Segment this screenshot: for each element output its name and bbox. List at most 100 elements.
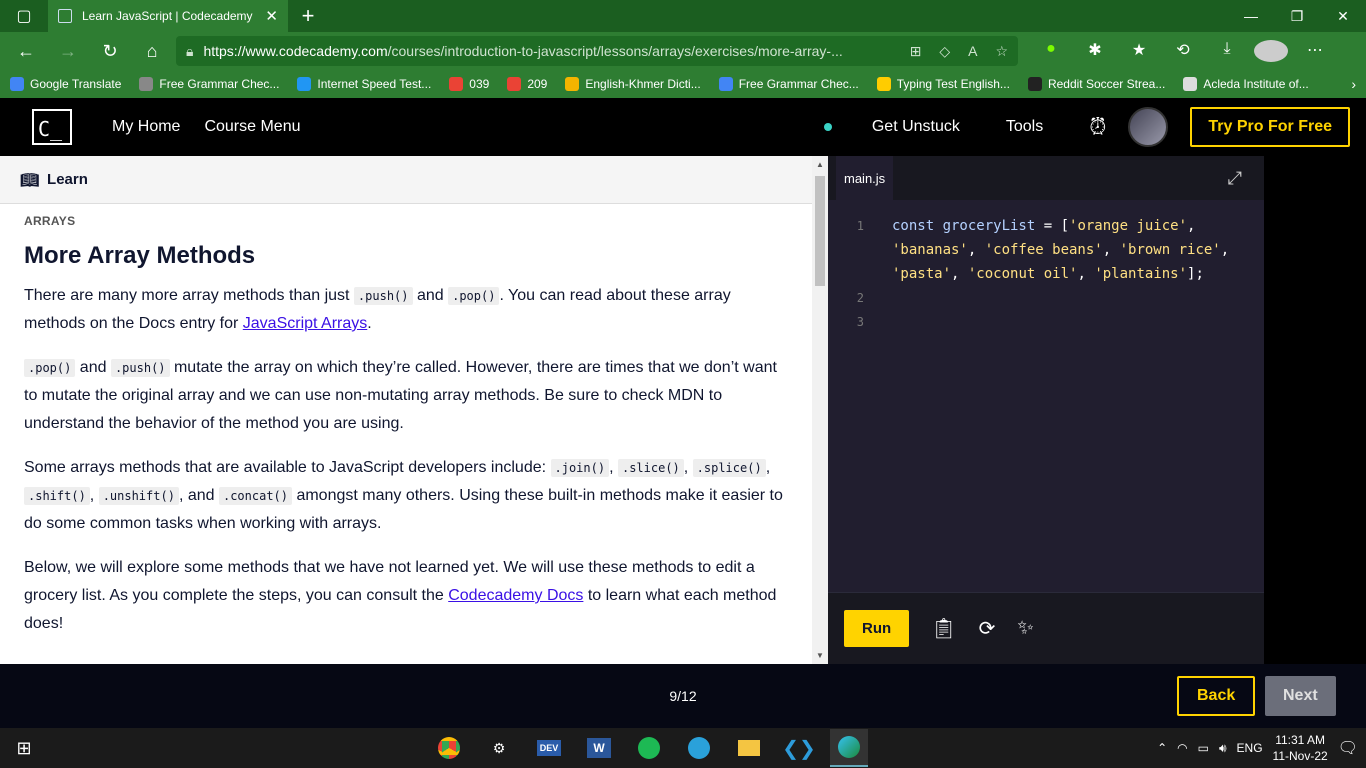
settings-gear-icon[interactable]: ⚙ bbox=[480, 729, 518, 767]
window-controls: — ❐ ✕ bbox=[1228, 8, 1366, 25]
file-tab[interactable]: main.js bbox=[836, 156, 894, 200]
course-menu-link[interactable]: Course Menu bbox=[204, 118, 300, 136]
tab-title: Learn JavaScript | Codecademy bbox=[82, 9, 253, 23]
gmail-icon bbox=[507, 77, 522, 91]
browser-tab[interactable]: Learn JavaScript | Codecademy ✕ bbox=[48, 0, 288, 32]
next-button[interactable]: Next bbox=[1265, 676, 1336, 716]
learn-scrollbar[interactable]: ▲ ▼ bbox=[812, 156, 828, 664]
dev-icon[interactable]: DEV bbox=[530, 729, 568, 767]
code-line: 'pasta', 'coconut oil', 'plantains']; bbox=[828, 262, 1264, 286]
line-number bbox=[828, 238, 892, 262]
tab-actions-icon[interactable]: ▢ bbox=[0, 6, 48, 26]
reset-icon[interactable]: ⟳ bbox=[979, 616, 996, 641]
close-tab-icon[interactable]: ✕ bbox=[265, 7, 278, 25]
avatar[interactable] bbox=[1128, 107, 1169, 147]
notifications-icon[interactable]: 🗨︎ bbox=[1338, 738, 1358, 758]
my-home-link[interactable]: My Home bbox=[112, 118, 180, 136]
file-explorer-icon[interactable] bbox=[730, 729, 768, 767]
javascript-arrays-link[interactable]: JavaScript Arrays bbox=[243, 315, 367, 332]
soccer-ball-icon bbox=[1027, 77, 1042, 91]
windows-start-icon[interactable]: ⊞ bbox=[0, 738, 48, 759]
extension-green-icon[interactable]: ● bbox=[1034, 40, 1068, 62]
expand-icon[interactable]: ⤢ bbox=[1228, 168, 1242, 189]
scroll-up-icon[interactable]: ▲ bbox=[816, 160, 824, 169]
tag-icon[interactable]: ◇ bbox=[939, 43, 950, 60]
profile-icon[interactable] bbox=[1254, 40, 1288, 62]
history-icon[interactable]: ⟲ bbox=[1166, 40, 1200, 62]
refresh-icon[interactable]: ↻ bbox=[92, 36, 128, 66]
back-arrow-icon[interactable]: ← bbox=[8, 36, 44, 66]
lesson-footer: 9/12 Back Next bbox=[0, 664, 1366, 728]
clock[interactable]: 11:31 AM 11-Nov-22 bbox=[1273, 732, 1328, 764]
chevron-up-icon[interactable]: ⌃ bbox=[1157, 741, 1167, 755]
text: There are many more array methods than j… bbox=[24, 287, 354, 304]
time: 11:31 AM bbox=[1275, 733, 1326, 747]
browser-tab-bar: ▢ Learn JavaScript | Codecademy ✕ + — ❐ … bbox=[0, 0, 1366, 32]
tools-button[interactable]: Tools bbox=[1006, 118, 1043, 136]
bookmark-item[interactable]: 209 bbox=[507, 77, 547, 91]
edge-icon[interactable] bbox=[830, 729, 868, 767]
bookmark-item[interactable]: 039 bbox=[449, 77, 489, 91]
telegram-icon[interactable] bbox=[680, 729, 718, 767]
home-icon[interactable]: ⌂ bbox=[134, 36, 170, 66]
output-panel bbox=[1264, 156, 1366, 664]
close-window-button[interactable]: ✕ bbox=[1320, 8, 1366, 25]
chevron-right-icon[interactable]: › bbox=[1351, 76, 1356, 92]
lesson-kicker: ARRAYS bbox=[24, 214, 76, 228]
system-tray: ⌃ ◠ ▭ 🔊︎ ENG 11:31 AM 11-Nov-22 🗨︎ bbox=[1157, 732, 1358, 764]
battery-icon[interactable]: ▭ bbox=[1198, 741, 1209, 755]
codecademy-docs-link[interactable]: Codecademy Docs bbox=[448, 587, 583, 604]
run-button[interactable]: Run bbox=[844, 610, 910, 647]
alarm-clock-icon[interactable]: ⏰︎ bbox=[1089, 114, 1106, 140]
new-tab-button[interactable]: + bbox=[288, 3, 328, 29]
chrome-icon[interactable] bbox=[430, 729, 468, 767]
bookmark-item[interactable]: Google Translate bbox=[10, 77, 121, 91]
inline-code: .push() bbox=[110, 359, 170, 377]
bookmark-item[interactable]: Typing Test English... bbox=[876, 77, 1010, 91]
spotify-icon[interactable] bbox=[630, 729, 668, 767]
code-text: const groceryList = ['orange juice', bbox=[892, 218, 1196, 234]
volume-icon[interactable]: 🔊︎ bbox=[1219, 741, 1227, 756]
scroll-down-icon[interactable]: ▼ bbox=[816, 651, 824, 660]
bookmark-item[interactable]: Free Grammar Chec... bbox=[139, 77, 279, 91]
paragraph: There are many more array methods than j… bbox=[24, 282, 788, 338]
favorites-icon[interactable]: ★ bbox=[1122, 40, 1156, 62]
magic-wand-icon[interactable]: ✨︎ bbox=[1017, 617, 1033, 640]
get-unstuck-button[interactable]: Get Unstuck bbox=[872, 118, 960, 136]
app-available-icon[interactable]: ⊞ bbox=[910, 43, 922, 60]
extensions-puzzle-icon[interactable]: ✱ bbox=[1078, 40, 1112, 62]
inline-code: .pop() bbox=[448, 287, 500, 305]
bookmark-item[interactable]: English-Khmer Dicti... bbox=[565, 77, 701, 91]
add-favorite-icon[interactable]: ☆ bbox=[995, 43, 1008, 60]
scrollbar-thumb[interactable] bbox=[815, 176, 825, 286]
codecademy-logo[interactable]: C_ bbox=[32, 109, 72, 145]
bookmark-item[interactable]: Reddit Soccer Strea... bbox=[1027, 77, 1165, 91]
restore-button[interactable]: ❐ bbox=[1274, 8, 1320, 25]
text: Some arrays methods that are available t… bbox=[24, 459, 551, 476]
language-indicator[interactable]: ENG bbox=[1237, 741, 1263, 755]
clipboard-icon[interactable]: 📋︎ bbox=[931, 616, 956, 641]
editor-tabs: main.js ⤢ bbox=[828, 156, 1264, 200]
line-number bbox=[828, 262, 892, 286]
text: and bbox=[412, 287, 449, 304]
forward-arrow-icon[interactable]: → bbox=[50, 36, 86, 66]
address-bar[interactable]: 🔒︎ https://www.codecademy.com/courses/in… bbox=[176, 36, 1018, 66]
gmail-icon bbox=[449, 77, 464, 91]
more-menu-icon[interactable]: ⋯ bbox=[1298, 40, 1332, 62]
bookmark-item[interactable]: Free Grammar Chec... bbox=[718, 77, 859, 91]
site-header: C_ My Home Course Menu Get Unstuck Tools… bbox=[0, 98, 1366, 156]
downloads-icon[interactable]: ⤓ bbox=[1210, 40, 1244, 62]
code-area[interactable]: 1 const groceryList = ['orange juice', '… bbox=[828, 200, 1264, 334]
bookmark-item[interactable]: Internet Speed Test... bbox=[297, 77, 431, 91]
back-button[interactable]: Back bbox=[1177, 676, 1256, 716]
minimize-button[interactable]: — bbox=[1228, 8, 1274, 25]
read-aloud-icon[interactable]: A bbox=[968, 43, 977, 60]
editor-footer: Run 📋︎ ⟳ ✨︎ bbox=[828, 592, 1264, 664]
vscode-icon[interactable]: ❮❯ bbox=[780, 729, 818, 767]
word-icon[interactable]: W bbox=[580, 729, 618, 767]
try-pro-button[interactable]: Try Pro For Free bbox=[1190, 107, 1350, 147]
bookmark-item[interactable]: Acleda Institute of... bbox=[1183, 77, 1309, 91]
codecademy-favicon-icon bbox=[58, 9, 72, 23]
extensions-toolbar: ● ✱ ★ ⟲ ⤓ ⋯ bbox=[1034, 40, 1332, 62]
wifi-icon[interactable]: ◠ bbox=[1177, 741, 1187, 755]
